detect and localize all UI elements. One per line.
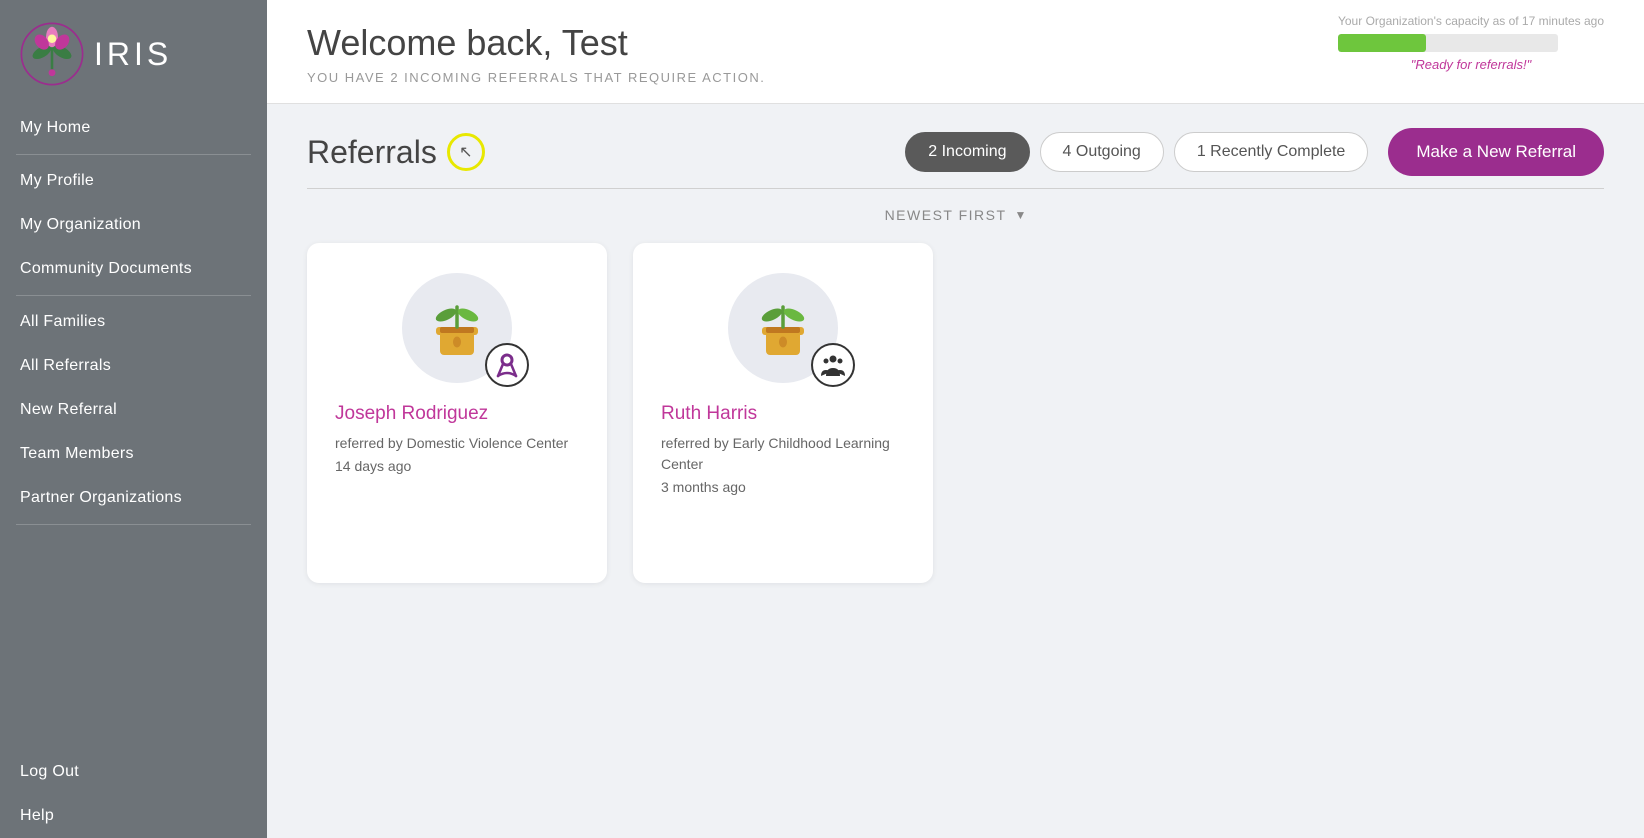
section-divider: [307, 188, 1604, 189]
org-badge-1: [811, 343, 855, 387]
card-referred-1: referred by Early Childhood Learning Cen…: [661, 433, 905, 475]
ribbon-icon: [492, 350, 522, 380]
card-time-0: 14 days ago: [335, 458, 411, 474]
cards-row: Joseph Rodriguez referred by Domestic Vi…: [307, 243, 1604, 583]
card-name-0: Joseph Rodriguez: [335, 403, 488, 425]
plant-icon-1: [748, 293, 818, 363]
capacity-bar: [1338, 34, 1558, 52]
logo-text: IRIS: [94, 36, 172, 73]
referral-card-1[interactable]: Ruth Harris referred by Early Childhood …: [633, 243, 933, 583]
divider-3: [16, 524, 251, 525]
divider-1: [16, 154, 251, 155]
capacity-bar-fill: [1338, 34, 1426, 52]
org-badge-0: [485, 343, 529, 387]
card-icon-area-1: [661, 273, 905, 383]
sidebar-item-docs[interactable]: Community Documents: [0, 247, 267, 291]
sidebar-item-all-referrals[interactable]: All Referrals: [0, 344, 267, 388]
sidebar: IRIS My Home My Profile My Organization …: [0, 0, 267, 838]
sidebar-item-team[interactable]: Team Members: [0, 432, 267, 476]
referrals-title: Referrals: [307, 134, 437, 171]
plant-icon-0: [422, 293, 492, 363]
card-icon-area-0: [335, 273, 579, 383]
sidebar-item-partners[interactable]: Partner Organizations: [0, 476, 267, 520]
subtitle: YOU HAVE 2 INCOMING REFERRALS THAT REQUI…: [307, 70, 1604, 85]
make-new-referral-button[interactable]: Make a New Referral: [1388, 128, 1604, 176]
people-icon: [818, 350, 848, 380]
capacity-area: Your Organization's capacity as of 17 mi…: [1338, 14, 1604, 72]
sort-dropdown-arrow-icon[interactable]: ▼: [1015, 208, 1027, 222]
logo-icon: [18, 20, 86, 88]
tab-incoming[interactable]: 2 Incoming: [905, 132, 1029, 172]
referrals-section: Referrals ↖ 2 Incoming 4 Outgoing 1 Rece…: [267, 104, 1644, 607]
card-name-1: Ruth Harris: [661, 403, 757, 425]
card-referred-0: referred by Domestic Violence Center: [335, 433, 568, 454]
sidebar-item-new-referral[interactable]: New Referral: [0, 388, 267, 432]
main-content: Welcome back, Test YOU HAVE 2 INCOMING R…: [267, 0, 1644, 838]
sidebar-item-help[interactable]: Help: [0, 794, 267, 838]
header: Welcome back, Test YOU HAVE 2 INCOMING R…: [267, 0, 1644, 104]
divider-2: [16, 295, 251, 296]
tab-recently-complete[interactable]: 1 Recently Complete: [1174, 132, 1369, 172]
cursor-indicator: ↖: [447, 133, 485, 171]
logo-area: IRIS: [0, 0, 267, 106]
sidebar-item-profile[interactable]: My Profile: [0, 159, 267, 203]
tab-outgoing[interactable]: 4 Outgoing: [1040, 132, 1164, 172]
sidebar-item-logout[interactable]: Log Out: [0, 750, 267, 794]
tab-group: 2 Incoming 4 Outgoing 1 Recently Complet…: [905, 128, 1604, 176]
sidebar-item-home[interactable]: My Home: [0, 106, 267, 150]
referrals-header: Referrals ↖ 2 Incoming 4 Outgoing 1 Rece…: [307, 128, 1604, 176]
capacity-label: Your Organization's capacity as of 17 mi…: [1338, 14, 1604, 28]
sidebar-item-org[interactable]: My Organization: [0, 203, 267, 247]
sidebar-item-families[interactable]: All Families: [0, 300, 267, 344]
card-time-1: 3 months ago: [661, 479, 746, 495]
sort-label: NEWEST FIRST: [885, 207, 1007, 223]
sort-bar: NEWEST FIRST ▼: [307, 207, 1604, 223]
referral-card-0[interactable]: Joseph Rodriguez referred by Domestic Vi…: [307, 243, 607, 583]
capacity-status: "Ready for referrals!": [1338, 57, 1604, 72]
cursor-arrow-icon: ↖: [459, 142, 472, 162]
